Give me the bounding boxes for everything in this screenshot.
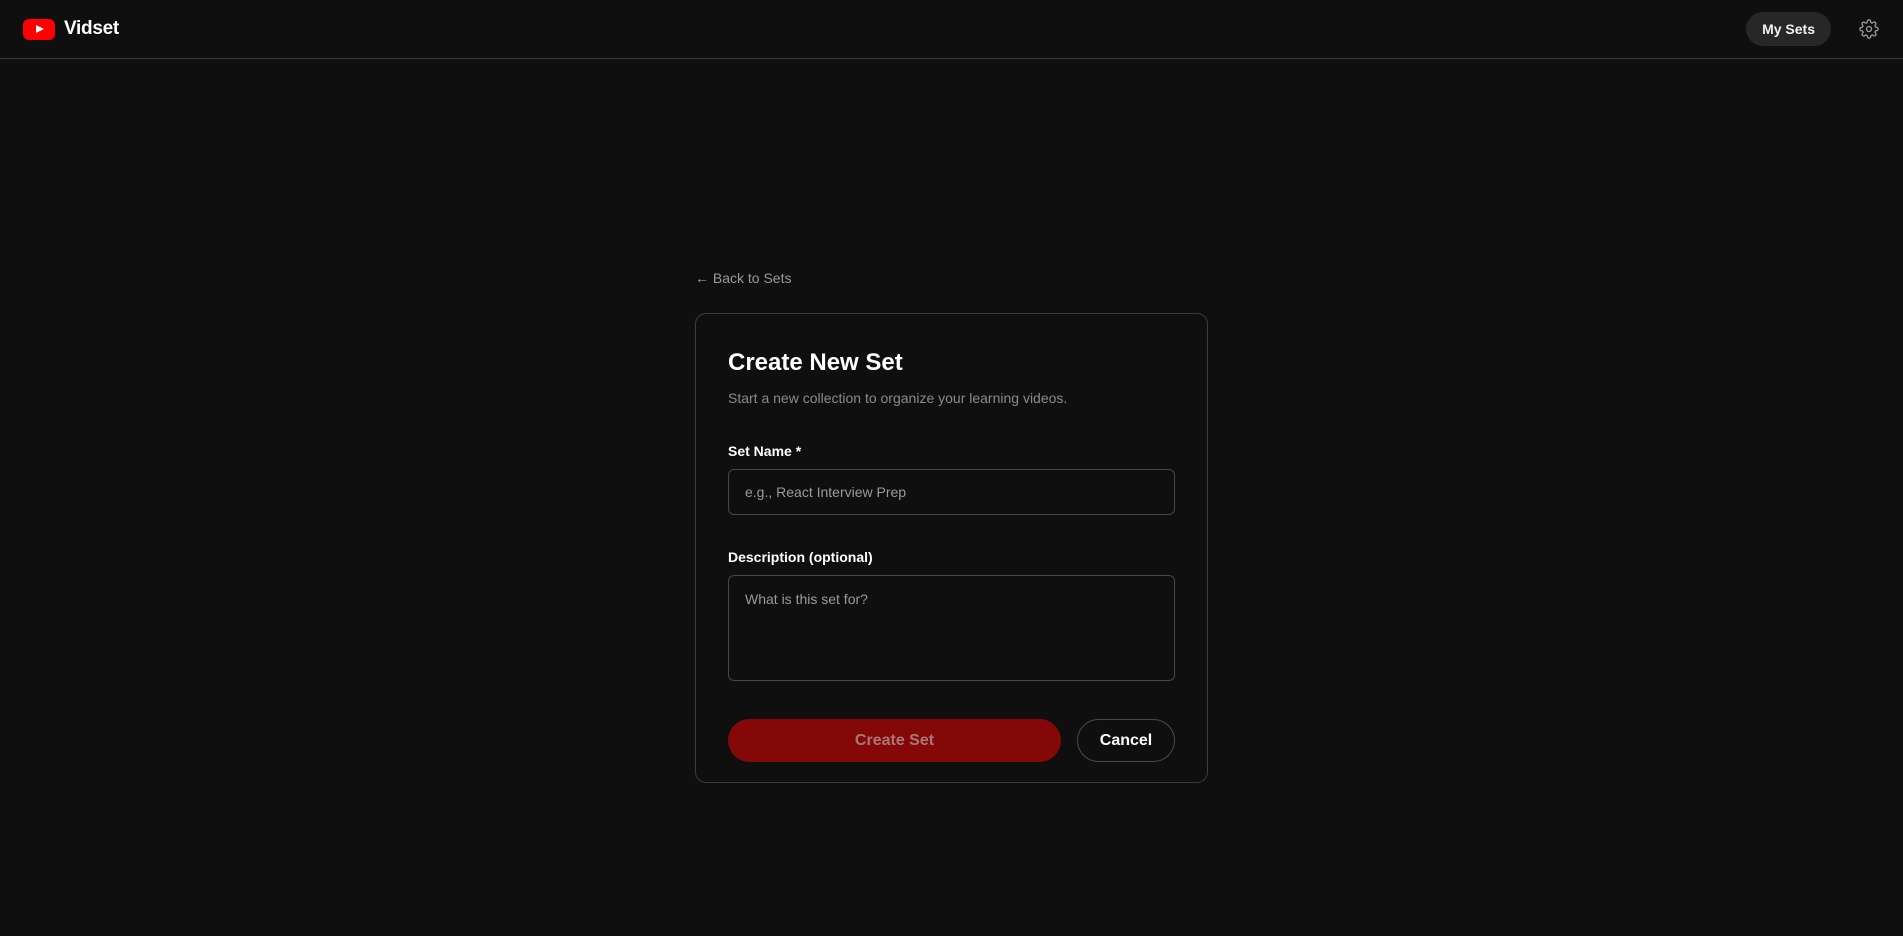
description-label: Description (optional) <box>728 549 873 566</box>
form-actions: Create Set Cancel <box>728 719 1175 763</box>
page-subtitle: Start a new collection to organize your … <box>728 390 1068 407</box>
brand-name: Vidset <box>64 18 119 39</box>
gear-icon[interactable] <box>1858 18 1880 40</box>
create-set-card: Create New Set Start a new collection to… <box>695 313 1208 783</box>
page-title: Create New Set <box>728 349 903 376</box>
set-name-label: Set Name * <box>728 443 802 460</box>
cancel-button[interactable]: Cancel <box>1077 719 1175 763</box>
back-to-sets-link[interactable]: ← Back to Sets <box>695 270 791 286</box>
set-name-input[interactable] <box>728 469 1175 516</box>
create-set-button[interactable]: Create Set <box>728 719 1061 763</box>
play-logo-icon <box>23 18 55 40</box>
my-sets-button[interactable]: My Sets <box>1746 12 1831 46</box>
header-actions: My Sets <box>1746 12 1880 46</box>
main-content: ← Back to Sets Create New Set Start a ne… <box>695 270 1208 783</box>
brand[interactable]: Vidset <box>23 18 119 40</box>
top-bar: Vidset My Sets <box>0 0 1903 59</box>
description-textarea[interactable] <box>728 575 1175 682</box>
